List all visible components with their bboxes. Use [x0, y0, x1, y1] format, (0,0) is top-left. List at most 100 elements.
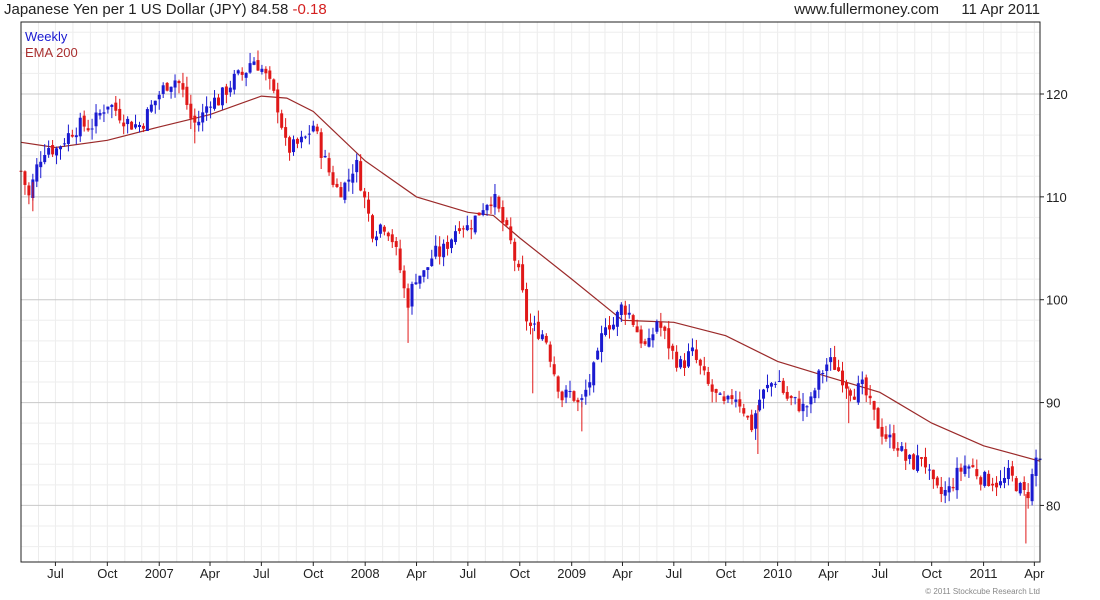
- candle-down: [398, 248, 402, 271]
- candle-up: [98, 113, 102, 116]
- candle-down: [505, 220, 509, 226]
- candle-down: [394, 241, 398, 247]
- candle-up: [619, 304, 623, 315]
- candle-down: [272, 79, 276, 91]
- candle-down: [746, 415, 750, 418]
- candle-up: [955, 467, 959, 491]
- candle-down: [959, 467, 963, 472]
- candle-up: [947, 486, 951, 493]
- candle-down: [841, 370, 845, 386]
- candle-up: [540, 334, 544, 340]
- candle-down: [517, 263, 521, 268]
- candle-down: [923, 456, 927, 468]
- candle-down: [698, 359, 702, 366]
- y-tick-label: 110: [1046, 190, 1067, 205]
- candle-down: [185, 86, 189, 105]
- candle-up: [126, 118, 130, 125]
- price-chart: 80 90 100 110 120 Jul Oct 2007 Apr Jul Oct 2008 Apr J…: [19, 21, 1068, 581]
- candle-down: [912, 454, 916, 470]
- x-tick-label: Oct: [922, 566, 943, 581]
- candle-down: [1026, 491, 1030, 499]
- candle-up: [651, 334, 655, 341]
- candle-up: [252, 61, 256, 65]
- candle-up: [801, 403, 805, 412]
- candle-down: [548, 344, 552, 362]
- candle-up: [410, 283, 414, 307]
- candle-up: [809, 396, 813, 405]
- candle-down: [789, 396, 793, 399]
- candle-down: [446, 241, 450, 249]
- candle-up: [493, 194, 497, 208]
- candle-up: [90, 128, 94, 130]
- x-tick-label: Oct: [97, 566, 118, 581]
- candle-down: [371, 215, 375, 239]
- x-tick-label: 2011: [970, 566, 998, 581]
- candle-down: [920, 457, 924, 459]
- candle-up: [908, 454, 912, 459]
- candle-down: [714, 389, 718, 393]
- candle-down: [797, 398, 801, 412]
- candle-down: [837, 367, 841, 372]
- candle-down: [509, 226, 513, 241]
- x-tick-label: 2010: [763, 566, 792, 581]
- candle-up: [205, 106, 209, 113]
- candle-down: [552, 364, 556, 375]
- candle-down: [23, 171, 27, 185]
- candle-up: [769, 383, 773, 387]
- candle-up: [813, 390, 817, 399]
- candle-down: [224, 86, 228, 95]
- candle-up: [611, 324, 615, 330]
- candle-down: [402, 270, 406, 289]
- candle-down: [288, 137, 292, 153]
- candle-down: [722, 396, 726, 401]
- candle-up: [418, 275, 422, 284]
- candle-down: [975, 469, 979, 477]
- candle-up: [434, 245, 438, 257]
- candle-up: [690, 347, 694, 352]
- candle-up: [453, 231, 457, 242]
- candle-down: [367, 199, 371, 214]
- candle-down: [216, 97, 220, 106]
- x-tick-label: 2008: [351, 566, 380, 581]
- candle-up: [726, 395, 730, 400]
- candle-up: [450, 239, 454, 249]
- candle-down: [631, 315, 635, 325]
- candle-down: [904, 449, 908, 461]
- candle-down: [122, 122, 126, 127]
- candle-up: [916, 455, 920, 471]
- candle-down: [319, 132, 323, 158]
- candle-down: [848, 390, 852, 396]
- candle-up: [829, 357, 833, 363]
- candle-up: [157, 94, 161, 100]
- candle-up: [485, 204, 489, 211]
- candle-up: [615, 311, 619, 327]
- candle-up: [292, 139, 296, 153]
- candle-up: [442, 243, 446, 258]
- candle-up: [1018, 482, 1022, 494]
- candle-up: [414, 282, 418, 285]
- legend-ema: EMA 200: [25, 45, 78, 60]
- candle-up: [134, 124, 138, 128]
- candle-up: [351, 173, 355, 183]
- candle-up: [378, 224, 382, 234]
- candle-down: [876, 408, 880, 429]
- candle-down: [457, 228, 461, 232]
- candle-up: [74, 135, 78, 138]
- candle-up: [260, 68, 264, 72]
- candle-up: [532, 323, 536, 325]
- candle-down: [951, 486, 955, 489]
- candle-down: [331, 172, 335, 185]
- candle-up: [137, 124, 141, 128]
- candle-up: [323, 155, 327, 158]
- candle-up: [564, 389, 568, 398]
- candle-down: [118, 108, 122, 121]
- candle-up: [777, 381, 781, 383]
- candle-down: [82, 115, 86, 127]
- candle-up: [943, 489, 947, 496]
- candle-up: [106, 106, 110, 110]
- candle-down: [382, 226, 386, 232]
- candle-up: [145, 109, 149, 131]
- candle-down: [489, 204, 493, 207]
- candle-up: [465, 225, 469, 231]
- candle-up: [220, 87, 224, 106]
